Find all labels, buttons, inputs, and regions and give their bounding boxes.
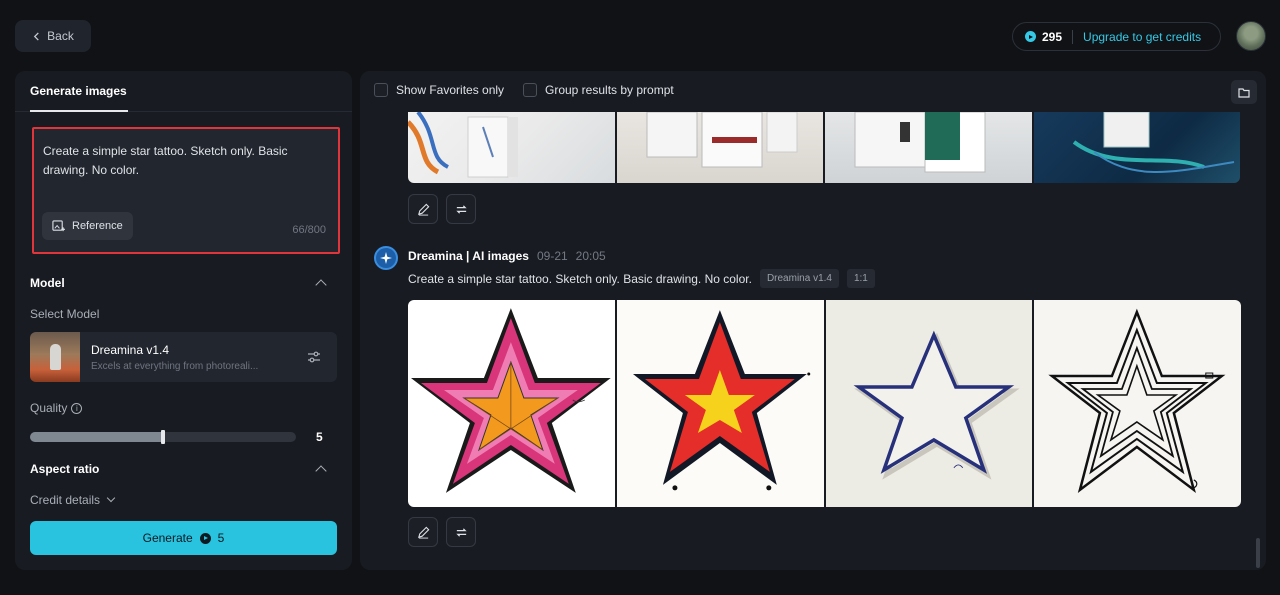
model-tag: Dreamina v1.4 [759, 269, 839, 288]
prompt-text[interactable]: Create a simple star tattoo. Sketch only… [43, 142, 318, 180]
generate-panel: Generate images Create a simple star tat… [15, 71, 352, 570]
select-model-label: Select Model [30, 307, 100, 321]
star-drawing-2 [632, 310, 811, 491]
panel-tabbar: Generate images [15, 71, 352, 112]
group-label: Group results by prompt [545, 83, 674, 97]
result-image[interactable] [408, 112, 615, 183]
packaging-image [854, 112, 986, 173]
model-description: Excels at everything from photoreali... [91, 361, 259, 372]
ratio-tag: 1:1 [846, 269, 875, 288]
tab-underline [30, 110, 128, 112]
result-image-star-outline-blue[interactable] [825, 300, 1033, 507]
filter-bar: Show Favorites only Group results by pro… [360, 71, 1266, 111]
packaging-image [408, 112, 518, 178]
edit-icon [417, 526, 429, 539]
regenerate-button[interactable] [446, 517, 476, 547]
group-filter[interactable]: Group results by prompt [523, 83, 674, 97]
model-thumbnail [30, 332, 80, 382]
result-image-star-red[interactable] [616, 300, 824, 507]
message-sender: Dreamina | AI images [408, 249, 529, 263]
regenerate-icon [455, 204, 467, 214]
quality-value: 5 [316, 430, 323, 444]
star-drawing-3 [853, 330, 1020, 480]
results-panel: Show Favorites only Group results by pro… [360, 71, 1266, 570]
quality-slider-handle[interactable] [161, 430, 165, 444]
credit-count: 295 [1042, 29, 1063, 44]
message-time: 20:05 [575, 249, 606, 263]
results-scrollbar[interactable] [1256, 538, 1260, 568]
regenerate-icon [455, 527, 467, 537]
result-grid [408, 300, 1241, 507]
credit-coin-icon [199, 532, 211, 544]
message-header: Dreamina | AI images 09-21 20:05 [408, 249, 606, 263]
favorites-filter[interactable]: Show Favorites only [374, 83, 504, 97]
chevron-up-icon[interactable] [315, 279, 327, 291]
quality-label: Quality [30, 401, 68, 415]
regenerate-button[interactable] [446, 194, 476, 224]
result-image[interactable] [616, 112, 823, 183]
chevron-down-icon [106, 493, 116, 503]
char-count: 66/800 [292, 224, 326, 236]
dreamina-logo-icon [380, 252, 392, 264]
result-image-star-line-art[interactable] [1034, 300, 1241, 507]
reference-label: Reference [72, 220, 123, 232]
folder-icon [1238, 87, 1250, 98]
star-drawing-4 [1048, 308, 1226, 494]
packaging-image [646, 112, 797, 168]
upgrade-link[interactable]: Upgrade to get credits [1083, 30, 1201, 44]
message-prompt-row: Create a simple star tattoo. Sketch only… [408, 269, 875, 288]
generate-button[interactable]: Generate 5 [30, 521, 337, 555]
favorites-label: Show Favorites only [396, 83, 505, 97]
result-image[interactable] [1033, 112, 1240, 183]
prompt-input[interactable]: Create a simple star tattoo. Sketch only… [32, 127, 340, 254]
group-checkbox[interactable] [523, 83, 537, 97]
edit-button[interactable] [408, 517, 438, 547]
user-avatar[interactable] [1236, 21, 1266, 51]
model-section-title: Model [30, 276, 65, 290]
folder-button[interactable] [1231, 80, 1257, 104]
star-drawing-1 [410, 308, 611, 493]
quality-slider[interactable] [30, 430, 296, 444]
tab-generate-images[interactable]: Generate images [30, 84, 127, 98]
reference-button[interactable]: Reference [42, 212, 133, 240]
previous-results [408, 112, 1240, 183]
edit-icon [417, 203, 429, 216]
model-name: Dreamina v1.4 [91, 343, 170, 357]
generate-label: Generate [142, 531, 193, 545]
chevron-left-icon [33, 31, 39, 41]
credit-coin-icon [1025, 31, 1036, 42]
edit-button[interactable] [408, 194, 438, 224]
credit-details-toggle[interactable]: Credit details [30, 493, 116, 507]
generate-cost: 5 [217, 531, 225, 545]
back-label: Back [47, 29, 74, 43]
quality-slider-fill [30, 432, 163, 442]
credit-details-label: Credit details [30, 493, 101, 507]
model-selector[interactable]: Dreamina v1.4 Excels at everything from … [30, 332, 337, 382]
credits-pill[interactable]: 295 Upgrade to get credits [1012, 22, 1221, 51]
dreamina-avatar [374, 246, 398, 270]
message-prompt: Create a simple star tattoo. Sketch only… [408, 271, 752, 286]
quality-label-row: Quality i [30, 401, 83, 415]
back-button[interactable]: Back [15, 20, 91, 52]
aspect-ratio-title: Aspect ratio [30, 462, 100, 476]
message-date: 09-21 [536, 249, 568, 263]
info-icon[interactable]: i [71, 403, 83, 415]
result-image-star-pink[interactable] [408, 300, 615, 507]
favorites-checkbox[interactable] [374, 83, 388, 97]
settings-sliders-icon[interactable] [307, 350, 321, 364]
pill-divider [1072, 29, 1074, 44]
reference-image-icon [52, 219, 65, 231]
chevron-up-icon[interactable] [315, 465, 327, 477]
result-image[interactable] [825, 112, 1032, 183]
packaging-image [1072, 112, 1234, 173]
